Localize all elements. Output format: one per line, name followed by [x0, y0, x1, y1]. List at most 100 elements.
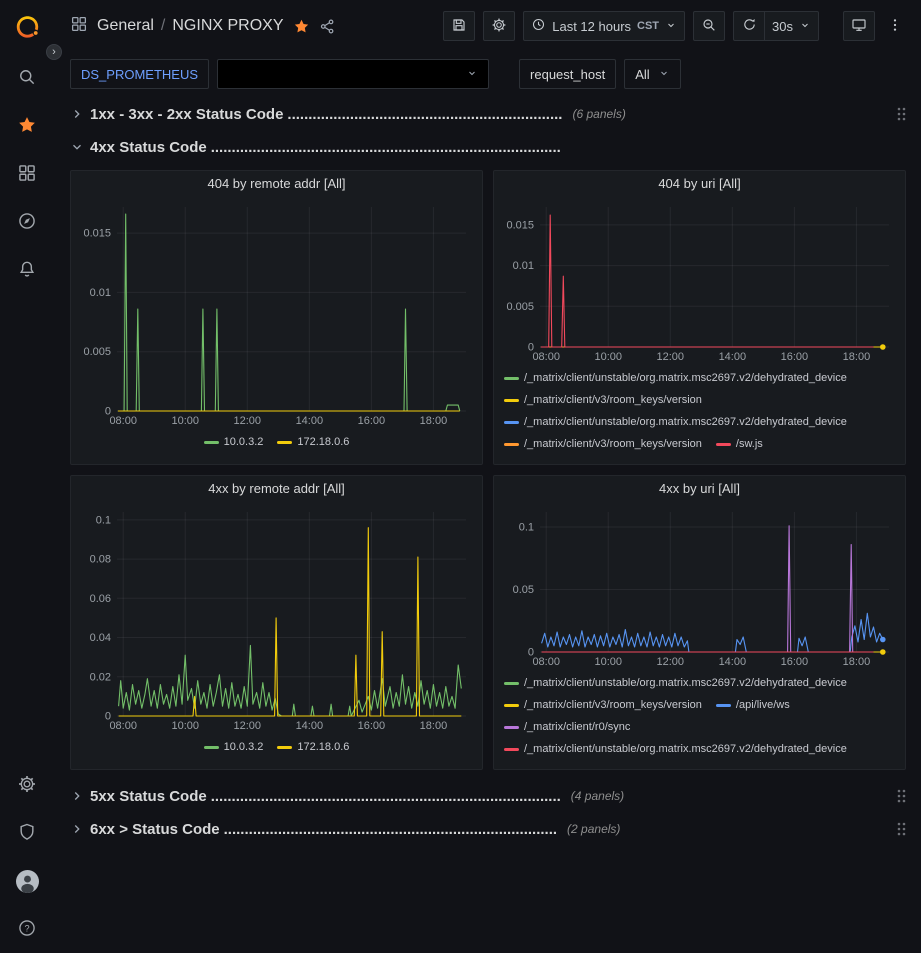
legend-item[interactable]: 172.18.0.6: [277, 435, 349, 450]
svg-text:10:00: 10:00: [594, 351, 622, 363]
clock-icon: [531, 17, 546, 35]
refresh-interval-label: 30s: [772, 19, 793, 34]
request-host-variable-select[interactable]: All: [624, 59, 680, 89]
svg-text:10:00: 10:00: [171, 720, 199, 732]
favorite-star-icon[interactable]: [293, 18, 310, 35]
svg-text:14:00: 14:00: [296, 720, 324, 732]
svg-text:0: 0: [105, 711, 111, 723]
tv-mode-button[interactable]: [843, 11, 875, 41]
sidebar-item-server-admin[interactable]: [0, 809, 54, 857]
time-range-picker[interactable]: Last 12 hours CST: [523, 11, 685, 41]
legend-swatch: [716, 443, 731, 446]
timeseries-chart[interactable]: 08:0010:0012:0014:0016:0018:0000.020.040…: [77, 502, 476, 734]
chevron-right-icon: [70, 789, 84, 803]
legend-item[interactable]: /_matrix/client/unstable/org.matrix.msc2…: [504, 371, 847, 386]
legend-item[interactable]: /sw.js: [716, 437, 763, 452]
legend-label: 10.0.3.2: [224, 740, 264, 755]
svg-text:08:00: 08:00: [532, 351, 560, 363]
legend-swatch: [504, 726, 519, 729]
dashboard-settings-button[interactable]: [483, 11, 515, 41]
timeseries-chart[interactable]: 08:0010:0012:0014:0016:0018:0000.0050.01…: [500, 197, 899, 365]
timeseries-chart[interactable]: 08:0010:0012:0014:0016:0018:0000.0050.01…: [77, 197, 476, 429]
legend-item[interactable]: 10.0.3.2: [204, 435, 264, 450]
svg-text:16:00: 16:00: [358, 720, 386, 732]
row-title: 4xx Status Code: [90, 139, 207, 156]
svg-text:16:00: 16:00: [781, 656, 809, 668]
row-title-dots: ........................................…: [224, 821, 557, 838]
save-dashboard-button[interactable]: [443, 11, 475, 41]
datasource-variable-select[interactable]: [217, 59, 489, 89]
panel-title[interactable]: 4xx by remote addr [All]: [77, 476, 476, 502]
legend-item[interactable]: /_matrix/client/r0/sync: [504, 720, 630, 735]
svg-text:0.02: 0.02: [90, 671, 111, 683]
help-icon: ?: [17, 918, 37, 941]
svg-text:14:00: 14:00: [719, 656, 747, 668]
caret-down-icon: [799, 19, 811, 34]
row-5xx[interactable]: 5xx Status Code ........................…: [70, 782, 906, 810]
legend-item[interactable]: /_matrix/client/v3/room_keys/version: [504, 698, 702, 713]
row-4xx[interactable]: 4xx Status Code ........................…: [70, 133, 906, 161]
legend-item[interactable]: 10.0.3.2: [204, 740, 264, 755]
legend-item[interactable]: /_matrix/client/unstable/org.matrix.msc2…: [504, 676, 847, 691]
search-icon: [17, 67, 37, 90]
svg-text:14:00: 14:00: [296, 415, 324, 427]
sidebar: ?: [0, 0, 54, 953]
row-6xx[interactable]: 6xx > Status Code ......................…: [70, 815, 906, 843]
sidebar-item-explore[interactable]: [0, 198, 54, 246]
row-1xx-3xx-2xx[interactable]: 1xx - 3xx - 2xx Status Code ............…: [70, 100, 906, 128]
panel-title[interactable]: 404 by uri [All]: [500, 171, 899, 197]
breadcrumb-folder[interactable]: General: [97, 17, 154, 35]
legend-item[interactable]: /_matrix/client/v3/room_keys/version: [504, 437, 702, 452]
sidebar-item-search[interactable]: [0, 54, 54, 102]
sidebar-item-help[interactable]: ?: [0, 905, 54, 953]
legend-item[interactable]: /_matrix/client/unstable/org.matrix.msc2…: [504, 742, 847, 757]
chevron-right-icon: [70, 107, 84, 121]
explore-icon: [17, 211, 37, 234]
svg-text:12:00: 12:00: [234, 720, 262, 732]
svg-text:10:00: 10:00: [594, 656, 622, 668]
legend-swatch: [716, 704, 731, 707]
legend-item[interactable]: /_matrix/client/unstable/org.matrix.msc2…: [504, 415, 847, 430]
sidebar-item-dashboards[interactable]: [0, 150, 54, 198]
grafana-logo[interactable]: [0, 0, 54, 54]
svg-text:0.06: 0.06: [90, 593, 111, 605]
refresh-interval-picker[interactable]: 30s: [765, 11, 819, 41]
sidebar-item-configuration[interactable]: [0, 761, 54, 809]
row-panel-count: (6 panels): [572, 107, 625, 121]
row-title: 5xx Status Code: [90, 788, 207, 805]
legend-swatch: [504, 377, 519, 380]
legend-item[interactable]: 172.18.0.6: [277, 740, 349, 755]
legend-item[interactable]: /_matrix/client/v3/room_keys/version: [504, 393, 702, 408]
legend-label: 172.18.0.6: [297, 435, 349, 450]
chevron-down-icon: [70, 140, 84, 154]
request-host-variable-label: request_host: [519, 59, 616, 89]
more-options-button[interactable]: [883, 11, 907, 41]
zoom-out-button[interactable]: [693, 11, 725, 41]
legend-label: /_matrix/client/unstable/org.matrix.msc2…: [524, 742, 847, 757]
legend-label: /_matrix/client/v3/room_keys/version: [524, 437, 702, 452]
sidebar-item-alerting[interactable]: [0, 246, 54, 294]
sidebar-item-profile[interactable]: [0, 857, 54, 905]
monitor-icon: [851, 17, 867, 36]
svg-text:12:00: 12:00: [234, 415, 262, 427]
svg-text:0.015: 0.015: [506, 219, 534, 231]
drag-handle-icon[interactable]: [896, 788, 906, 804]
svg-text:0.005: 0.005: [506, 301, 534, 313]
shield-icon: [17, 822, 37, 845]
drag-handle-icon[interactable]: [896, 821, 906, 837]
sidebar-item-starred[interactable]: [0, 102, 54, 150]
star-icon: [17, 115, 37, 138]
svg-text:0: 0: [105, 406, 111, 418]
breadcrumb-separator: /: [161, 17, 165, 35]
drag-handle-icon[interactable]: [896, 106, 906, 122]
row-title: 1xx - 3xx - 2xx Status Code: [90, 106, 283, 123]
refresh-button[interactable]: [733, 11, 765, 41]
panel-title[interactable]: 404 by remote addr [All]: [77, 171, 476, 197]
panel-title[interactable]: 4xx by uri [All]: [500, 476, 899, 502]
legend-label: /_matrix/client/v3/room_keys/version: [524, 698, 702, 713]
top-navbar: General / NGINX PROXY: [54, 0, 921, 52]
share-icon[interactable]: [319, 18, 336, 35]
timeseries-chart[interactable]: 08:0010:0012:0014:0016:0018:0000.050.1: [500, 502, 899, 670]
sidebar-expand-button[interactable]: ›: [46, 44, 62, 60]
legend-item[interactable]: /api/live/ws: [716, 698, 790, 713]
